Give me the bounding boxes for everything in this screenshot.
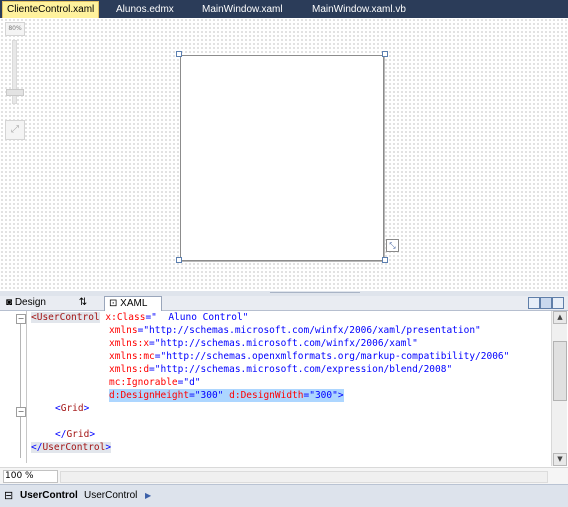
code-token: ="http://schemas.microsoft.com/winfx/200… [149,338,418,349]
horizontal-split-icon[interactable] [540,297,552,309]
vertical-split-icon[interactable] [528,297,540,309]
code-line[interactable]: </Grid> [55,428,95,441]
code-line[interactable]: xmlns:x="http://schemas.microsoft.com/wi… [109,337,418,350]
breadcrumb: ⊟ UserControl UserControl ▶ [0,484,568,507]
code-token: Grid [66,429,90,440]
usercontrol-artboard[interactable] [180,55,384,261]
code-token: xmlns:d [109,364,150,375]
breadcrumb-arrow-icon[interactable]: ▶ [145,489,151,503]
collapse-pane-icon[interactable] [552,297,564,309]
code-token: ="http://schemas.microsoft.com/expressio… [149,364,453,375]
collapse-usercontrol-icon[interactable]: − [16,314,26,324]
zoom-thumb[interactable] [6,88,24,96]
code-token: UserControl [42,442,106,453]
zoom-percent-label: 80% [5,22,25,36]
code-line[interactable]: xmlns:mc="http://schemas.openxmlformats.… [109,350,509,363]
code-token: < [31,312,37,323]
code-token: ="300" [189,390,224,401]
swap-panes-icon[interactable]: ⇅ [70,296,96,309]
design-icon: ◙ [6,297,13,308]
scroll-up-icon[interactable]: ▲ [553,311,567,324]
code-token: mc:Ignorable [109,377,178,388]
code-token: d:DesignWidth [229,390,304,401]
view-tab-bar: ◙ Design ⇅ ⊡ XAML [0,296,568,311]
code-token: xmlns:mc [109,351,155,362]
outline-line [20,320,21,458]
scroll-down-icon[interactable]: ▼ [553,453,567,466]
tab-mainwindow-xaml[interactable]: MainWindow.xaml [198,2,287,18]
tab-alunos-edmx[interactable]: Alunos.edmx [112,2,178,18]
fit-to-screen-icon[interactable]: ⤢ [5,120,25,140]
code-line[interactable]: </UserControl> [31,441,112,454]
code-token: > [89,429,96,440]
document-tab-strip: ClienteControl.xaml Alunos.edmx MainWind… [0,0,568,19]
code-line[interactable]: <Grid> [55,402,89,415]
code-token: > [83,403,90,414]
code-token: xmlns [109,325,138,336]
code-line[interactable]: mc:Ignorable="d" [109,376,201,389]
resize-handle-top-right[interactable] [382,51,388,57]
code-token: > [105,442,112,453]
resize-handle-bottom-left[interactable] [176,257,182,263]
horizontal-scrollbar[interactable] [60,471,548,483]
resize-handle-bottom-right[interactable] [382,257,388,263]
editor-status-bar: 100 % [0,467,568,484]
code-token: x:Class [105,312,146,323]
collapse-grid-icon[interactable]: − [16,407,26,417]
code-token: xmlns:x [109,338,150,349]
code-token: ="d" [177,377,201,388]
tab-clientecontrol-xaml[interactable]: ClienteControl.xaml [2,1,100,19]
code-line[interactable]: xmlns="http://schemas.microsoft.com/winf… [109,324,481,337]
code-line[interactable]: d:DesignHeight="300" d:DesignWidth="300"… [109,389,344,402]
vertical-scrollbar[interactable]: ▲ ▼ [551,311,567,466]
document-outline-icon[interactable]: ⊟ [4,489,13,503]
tab-xaml[interactable]: ⊡ XAML [104,296,162,311]
editor-zoom-select[interactable]: 100 % [3,470,58,483]
code-token: ="http://schemas.openxmlformats.org/mark… [154,351,510,362]
code-token: </ [31,442,43,453]
zoom-slider[interactable]: 80% ⤢ [4,22,25,144]
breadcrumb-item[interactable]: UserControl [84,489,137,503]
code-token: UserControl [36,312,100,323]
code-token: =" Aluno Control" [145,312,249,323]
tab-xaml-label: XAML [120,298,148,309]
tab-mainwindow-xaml-vb[interactable]: MainWindow.xaml.vb [308,2,410,18]
code-token: </ [55,429,67,440]
resize-icon[interactable]: ⤡ [386,239,399,252]
tab-design[interactable]: ◙ Design [2,296,64,309]
tab-design-label: Design [14,297,46,308]
code-line[interactable]: xmlns:d="http://schemas.microsoft.com/ex… [109,363,452,376]
design-surface[interactable]: 80% ⤢ ⤡ [0,18,568,291]
code-token: ="http://schemas.microsoft.com/winfx/200… [137,325,481,336]
scroll-thumb[interactable] [553,341,567,401]
code-token: > [337,390,344,401]
xaml-icon: ⊡ [109,298,118,309]
code-token: Grid [60,403,84,414]
code-token: d:DesignHeight [109,390,190,401]
xaml-code-editor[interactable]: − − <UserControl x:Class=" Aluno Control… [0,311,568,467]
code-token: ="300" [303,390,338,401]
resize-handle-top-left[interactable] [176,51,182,57]
breadcrumb-root[interactable]: UserControl [20,489,78,503]
code-line[interactable]: <UserControl x:Class=" Aluno Control" [31,311,248,324]
